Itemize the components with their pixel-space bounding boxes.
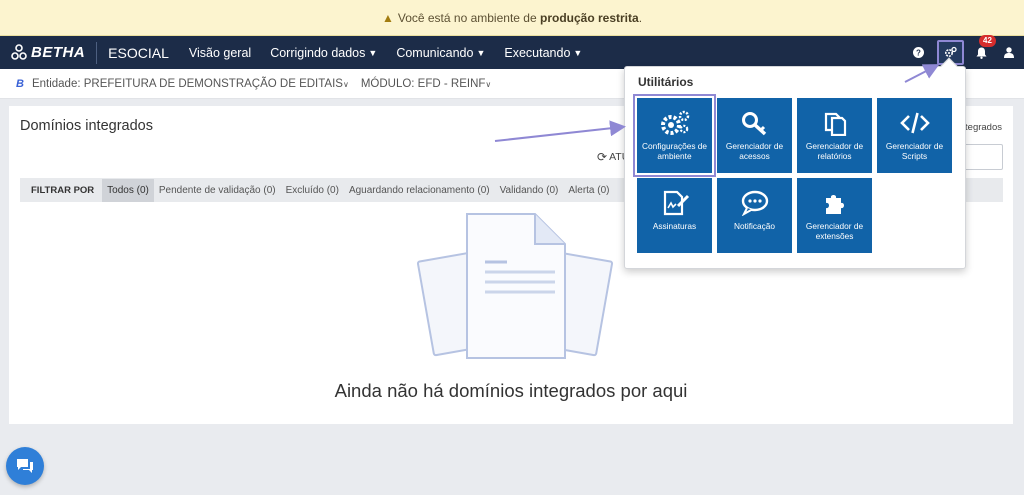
brand-logo[interactable]: BETHA: [11, 43, 86, 62]
chevron-down-icon: ▼: [476, 47, 486, 58]
filter-todos[interactable]: Todos (0): [102, 178, 154, 202]
filter-aguardando[interactable]: Aguardando relacionamento (0): [344, 179, 495, 202]
code-icon: [899, 112, 930, 134]
filter-alerta[interactable]: Alerta (0): [563, 179, 614, 202]
gears-icon: [660, 110, 689, 135]
menu-comunicando[interactable]: Comunicando ▼: [396, 46, 485, 60]
brand-divider: [96, 41, 98, 64]
filter-excluido[interactable]: Excluído (0): [281, 179, 344, 202]
signature-icon: [663, 190, 689, 216]
brand-name: BETHA: [31, 44, 86, 61]
empty-state-message: Ainda não há domínios integrados por aqu…: [334, 380, 688, 401]
entity-logo: B: [16, 77, 24, 90]
menu-visao-geral[interactable]: Visão geral: [189, 46, 251, 60]
menu-corrigindo-dados[interactable]: Corrigindo dados ▼: [270, 46, 377, 60]
tile-gerenciador-extensoes[interactable]: Gerenciador de extensões: [797, 178, 872, 253]
filter-validando[interactable]: Validando (0): [495, 179, 564, 202]
bell-icon: [976, 47, 986, 59]
top-navbar: BETHA ESOCIAL Visão geral Corrigindo dad…: [0, 34, 1024, 69]
nav-actions: ? 42: [907, 34, 1024, 69]
banner-prefix: Você está no ambiente de: [397, 10, 537, 25]
user-menu-button[interactable]: [998, 42, 1020, 64]
page-title: Domínios integrados: [20, 118, 153, 134]
chevron-down-icon: ∨: [342, 79, 349, 89]
chat-button[interactable]: [6, 447, 44, 485]
notification-badge: 42: [979, 34, 996, 47]
tile-gerenciador-scripts[interactable]: Gerenciador de Scripts: [877, 98, 952, 173]
integrated-label: tegrados: [965, 122, 1002, 133]
tile-configuracoes-ambiente[interactable]: Configurações de ambiente: [637, 98, 712, 173]
chat-icon: [17, 459, 33, 473]
help-icon[interactable]: ?: [907, 42, 929, 64]
tile-gerenciador-relatorios[interactable]: Gerenciador de relatórios: [797, 98, 872, 173]
svg-text:?: ?: [916, 49, 921, 58]
chevron-down-icon: ▼: [573, 47, 583, 58]
filter-label: FILTRAR POR: [31, 184, 95, 196]
environment-banner: ▲ Você está no ambiente de produção rest…: [0, 0, 1024, 36]
key-icon: [741, 112, 766, 136]
empty-documents-illustration: [416, 213, 614, 359]
copy-icon: [824, 112, 846, 136]
utilities-popover: Utilitários Configurações de ambiente Ge…: [624, 57, 966, 269]
refresh-icon: ⟳: [597, 150, 608, 164]
tile-notificacao[interactable]: Notificação: [717, 178, 792, 253]
entity-selector[interactable]: Entidade: PREFEITURA DE DEMONSTRAÇÃO DE …: [32, 78, 349, 90]
utilities-title: Utilitários: [638, 75, 694, 89]
banner-suffix: .: [638, 10, 643, 25]
tile-gerenciador-acessos[interactable]: Gerenciador de acessos: [717, 98, 792, 173]
comment-icon: [741, 190, 768, 216]
user-icon: [1004, 47, 1014, 58]
warning-icon: ▲: [381, 10, 394, 25]
puzzle-icon: [825, 195, 844, 214]
chevron-down-icon: ∨: [485, 79, 492, 89]
notifications-button[interactable]: 42: [970, 34, 996, 64]
betha-logo-icon: [11, 43, 27, 60]
module-selector[interactable]: MÓDULO: EFD - REINF∨: [361, 78, 491, 90]
product-name[interactable]: ESOCIAL: [108, 45, 169, 61]
banner-highlight: produção restrita: [539, 10, 639, 25]
tile-assinaturas[interactable]: Assinaturas: [637, 178, 712, 253]
gears-icon: [944, 46, 957, 58]
menu-executando[interactable]: Executando ▼: [504, 46, 582, 60]
chevron-down-icon: ▼: [368, 47, 378, 58]
filter-pendente[interactable]: Pendente de validação (0): [154, 179, 281, 202]
